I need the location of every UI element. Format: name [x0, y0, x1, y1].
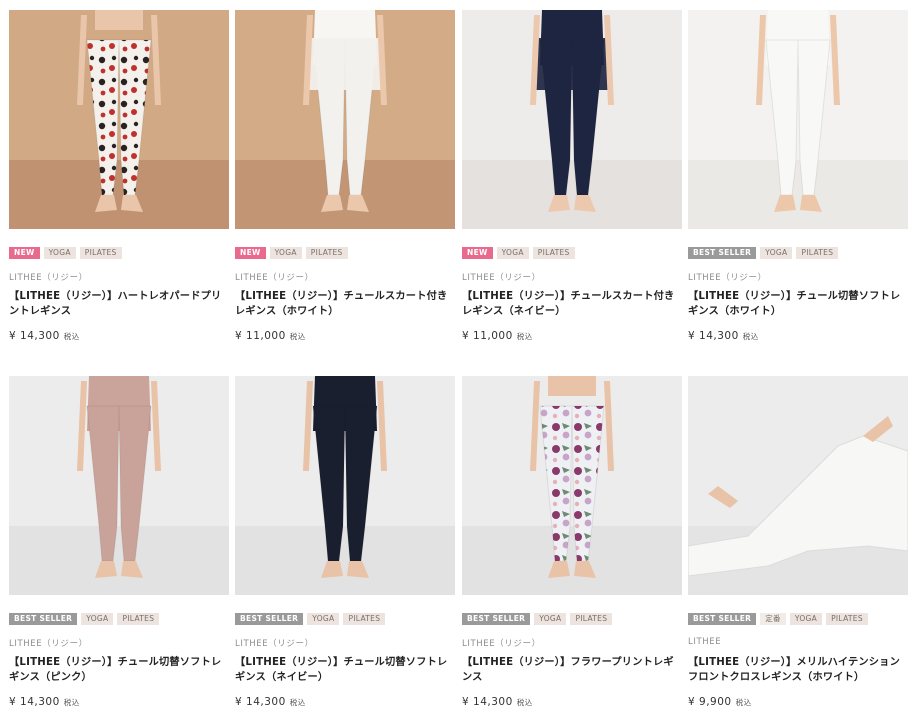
category-tag: YOGA [496, 247, 529, 259]
price-value: ¥ 9,900 [688, 696, 732, 708]
price-value: ¥ 14,300 [235, 696, 286, 708]
category-tag: YOGA [534, 613, 567, 625]
product-brand: LITHEE（リジー） [9, 639, 88, 649]
price-value: ¥ 14,300 [462, 696, 513, 708]
product-name-link[interactable]: 【LITHEE（リジー）】ハートレオパードプリントレギンス [9, 289, 231, 319]
price-value: ¥ 14,300 [9, 330, 60, 342]
product-name-link[interactable]: 【LITHEE（リジー）】チュールスカート付きレギンス（ネイビー） [462, 289, 684, 319]
product-price: ¥ 14,300 税込 [462, 696, 533, 708]
tax-label: 税込 [516, 332, 533, 341]
product-name-link[interactable]: 【LITHEE（リジー）】チュール切替ソフトレギンス（ホワイト） [688, 289, 910, 319]
category-tag: PILATES [796, 247, 839, 259]
category-tag: PILATES [343, 613, 386, 625]
product-tags: NEW YOGA PILATES [9, 247, 122, 261]
price-value: ¥ 11,000 [235, 330, 286, 342]
new-badge: NEW [462, 247, 493, 259]
product-tags: BEST SELLER 定番 YOGA PILATES [688, 613, 868, 627]
product-brand: LITHEE（リジー） [235, 639, 314, 649]
product-tags: BEST SELLER YOGA PILATES [688, 247, 839, 261]
product-tags: BEST SELLER YOGA PILATES [235, 613, 386, 627]
category-tag: PILATES [305, 247, 348, 259]
best-seller-badge: BEST SELLER [9, 613, 78, 625]
product-price: ¥ 14,300 税込 [9, 696, 80, 708]
product-price: ¥ 11,000 税込 [462, 330, 533, 342]
product-tags: NEW YOGA PILATES [462, 247, 575, 261]
tax-label: 税込 [289, 332, 306, 341]
tax-label: 税込 [289, 698, 306, 707]
best-seller-badge: BEST SELLER [235, 613, 304, 625]
price-value: ¥ 11,000 [462, 330, 513, 342]
category-tag: PILATES [532, 247, 575, 259]
product-price: ¥ 14,300 税込 [9, 330, 80, 342]
product-price: ¥ 14,300 税込 [235, 696, 306, 708]
product-name-link[interactable]: 【LITHEE（リジー）】フラワープリントレギンス [462, 655, 684, 685]
category-tag: YOGA [269, 247, 302, 259]
category-tag: PILATES [570, 613, 613, 625]
price-value: ¥ 14,300 [9, 696, 60, 708]
new-badge: NEW [9, 247, 40, 259]
product-tags: BEST SELLER YOGA PILATES [9, 613, 160, 627]
new-badge: NEW [235, 247, 266, 259]
category-tag: YOGA [307, 613, 340, 625]
product-image[interactable] [462, 376, 682, 595]
best-seller-badge: BEST SELLER [462, 613, 531, 625]
tax-label: 税込 [735, 698, 752, 707]
category-tag: PILATES [79, 247, 122, 259]
category-tag: PILATES [117, 613, 160, 625]
product-image[interactable] [235, 10, 455, 229]
product-price: ¥ 11,000 税込 [235, 330, 306, 342]
category-tag: YOGA [760, 247, 793, 259]
product-name-link[interactable]: 【LITHEE（リジー）】チュール切替ソフトレギンス（ネイビー） [235, 655, 457, 685]
tax-label: 税込 [63, 332, 80, 341]
product-name-link[interactable]: 【LITHEE（リジー）】チュールスカート付きレギンス（ホワイト） [235, 289, 457, 319]
category-tag: YOGA [789, 613, 823, 625]
product-image[interactable] [688, 10, 908, 229]
best-seller-badge: BEST SELLER [688, 247, 757, 259]
product-name-link[interactable]: 【LITHEE（リジー）】メリルハイテンションフロントクロスレギンス（ホワイト） [688, 655, 910, 685]
tax-label: 税込 [742, 332, 759, 341]
product-image[interactable] [9, 376, 229, 595]
product-brand: LITHEE（リジー） [688, 273, 767, 283]
product-brand: LITHEE（リジー） [9, 273, 88, 283]
product-grid: NEW YOGA PILATES LITHEE（リジー） 【LITHEE（リジー）】ハー… [0, 0, 915, 726]
product-image[interactable] [235, 376, 455, 595]
product-name-link[interactable]: 【LITHEE（リジー）】チュール切替ソフトレギンス（ピンク） [9, 655, 231, 685]
product-brand: LITHEE [688, 637, 722, 647]
price-value: ¥ 14,300 [688, 330, 739, 342]
product-image[interactable] [688, 376, 908, 595]
product-image[interactable] [9, 10, 229, 229]
category-tag: PILATES [826, 613, 868, 625]
best-seller-badge: BEST SELLER [688, 613, 757, 625]
tax-label: 税込 [63, 698, 80, 707]
product-price: ¥ 9,900 税込 [688, 696, 752, 708]
product-tags: BEST SELLER YOGA PILATES [462, 613, 613, 627]
product-price: ¥ 14,300 税込 [688, 330, 759, 342]
product-brand: LITHEE（リジー） [462, 273, 541, 283]
product-tags: NEW YOGA PILATES [235, 247, 348, 261]
product-image[interactable] [462, 10, 682, 229]
category-tag: YOGA [81, 613, 114, 625]
category-tag: YOGA [43, 247, 76, 259]
category-tag: 定番 [760, 613, 786, 625]
product-brand: LITHEE（リジー） [235, 273, 314, 283]
product-brand: LITHEE（リジー） [462, 639, 541, 649]
tax-label: 税込 [516, 698, 533, 707]
